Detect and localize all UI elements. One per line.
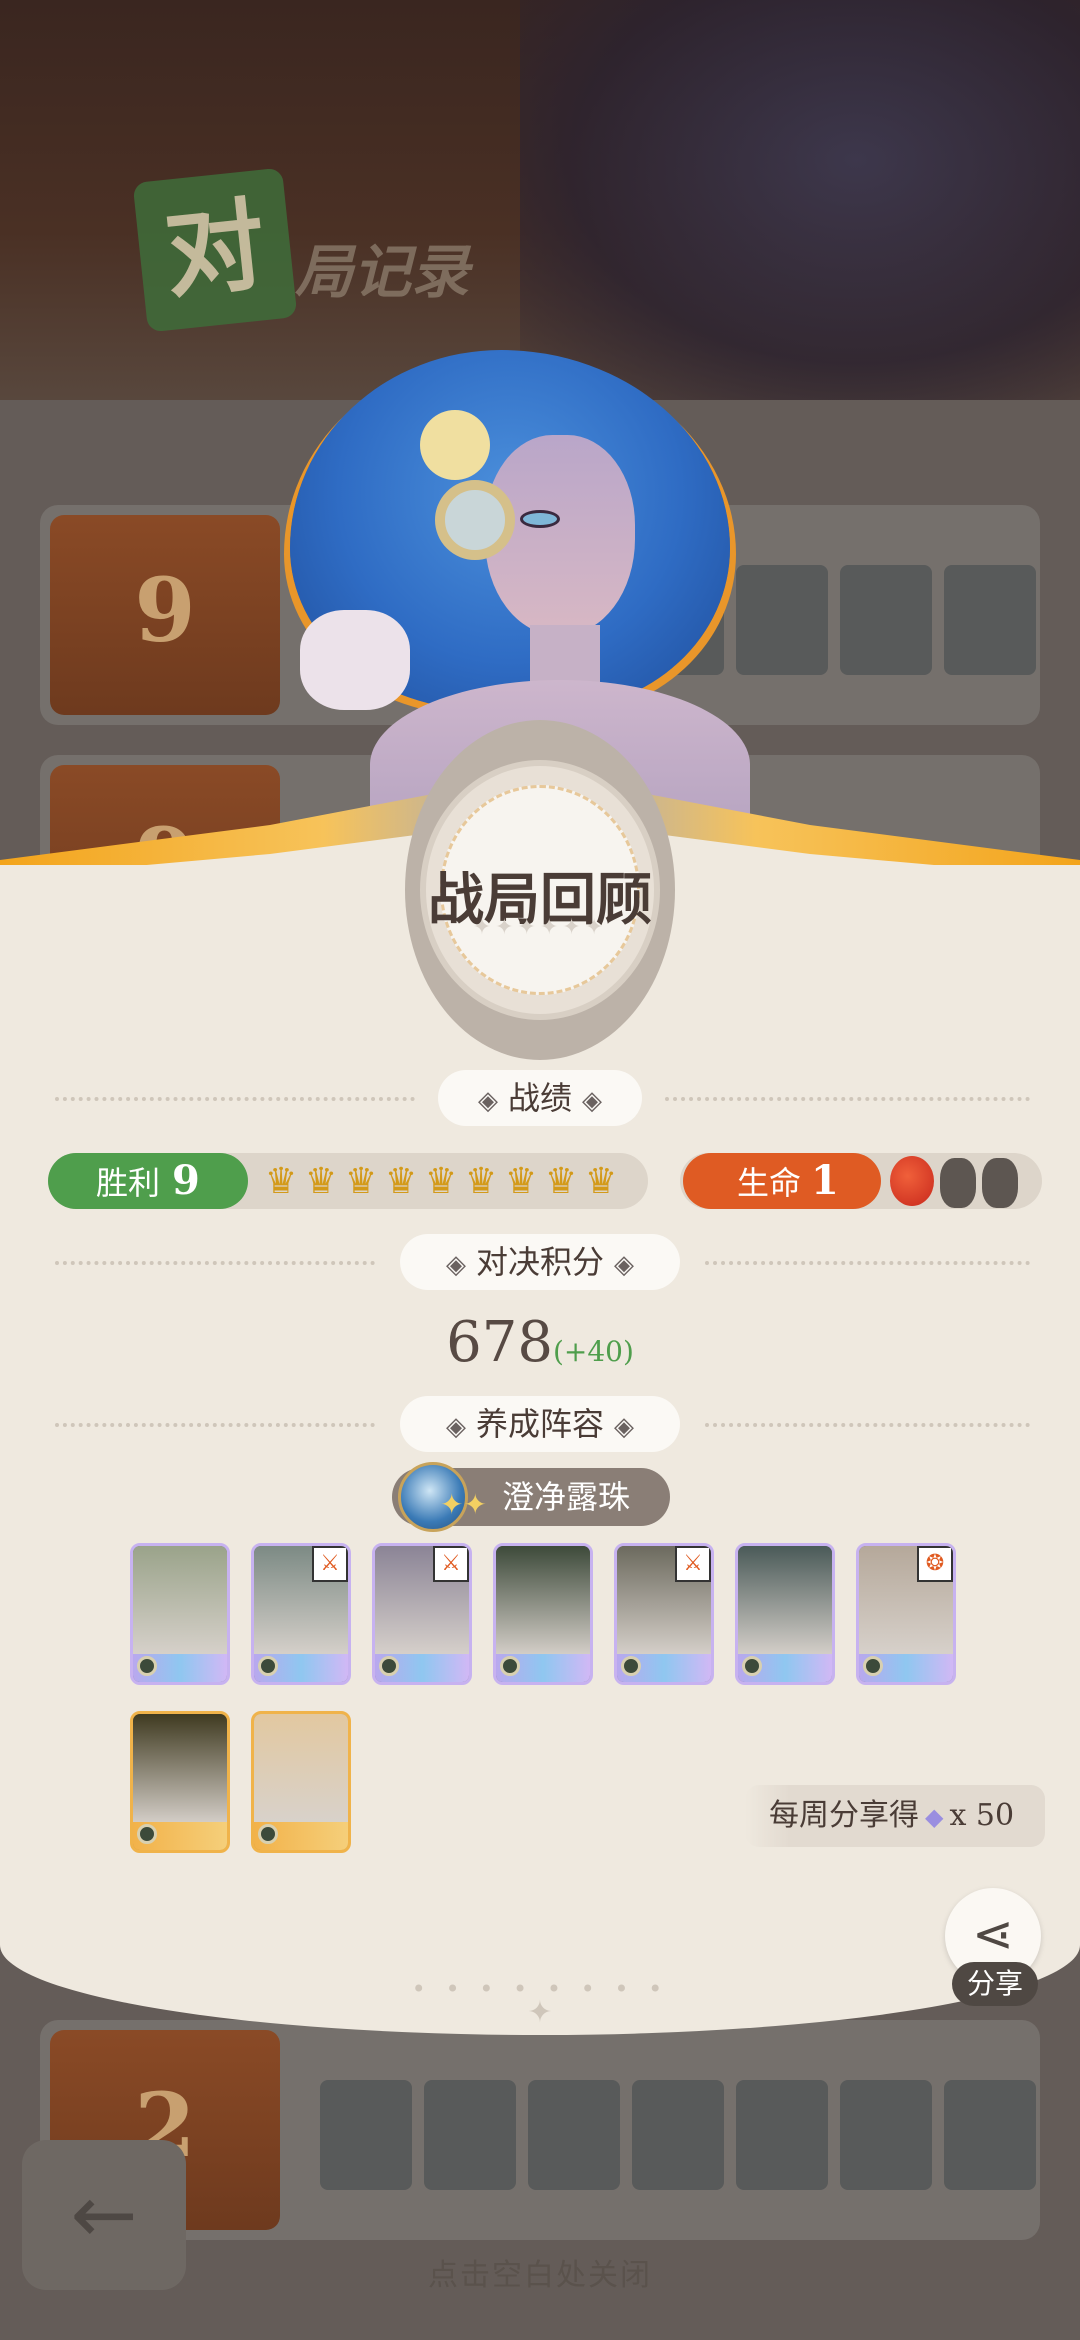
record-rank: 9 [50, 515, 280, 715]
hero-star-ring-icon [379, 1656, 399, 1676]
hero-equipment-icon: ⚔ [312, 1546, 348, 1582]
score-delta: (+40) [552, 1335, 634, 1368]
win-chip: 胜利 9 [48, 1153, 248, 1209]
section-score: ◈ 对决积分 ◈ [0, 1234, 1080, 1290]
share-icon: ⋖ [972, 1905, 1014, 1963]
apple-row [890, 1156, 1018, 1208]
section-score-title: ◈ 对决积分 ◈ [400, 1234, 680, 1290]
hero-star-ring-icon [621, 1656, 641, 1676]
diamond-gem-icon: ◆ [925, 1803, 944, 1831]
close-hint: 点击空白处关闭 [428, 2258, 652, 2293]
hero-equipment-icon: ⚔ [675, 1546, 711, 1582]
trophy-icon: ♛ [264, 1161, 298, 1202]
character-eye [520, 510, 560, 528]
hero-star-ring-icon [863, 1656, 883, 1676]
hero-portrait [738, 1546, 832, 1658]
trophy-row: ♛ ♛ ♛ ♛ ♛ ♛ ♛ ♛ ♛ [262, 1158, 620, 1206]
trophy-icon: ♛ [464, 1161, 498, 1202]
dotted-divider [55, 1423, 375, 1427]
apple-core-icon [982, 1158, 1018, 1208]
hero-star-ring-icon [137, 1656, 157, 1676]
life-chip: 生命 1 [683, 1153, 881, 1209]
hero-card[interactable] [493, 1543, 593, 1685]
hero-card[interactable]: ⚔ [614, 1543, 714, 1685]
hero-equipment-icon: ⚔ [433, 1546, 469, 1582]
diamond-icon: ◈ [614, 1412, 634, 1442]
hero-card[interactable] [130, 1543, 230, 1685]
hero-star-ring-icon [258, 1824, 278, 1844]
hero-portrait [133, 1546, 227, 1658]
record-thumbs [320, 2080, 1036, 2190]
hero-portrait [133, 1714, 227, 1826]
trophy-icon: ♛ [304, 1161, 338, 1202]
diamond-icon: ◈ [445, 1412, 466, 1442]
hero-card[interactable]: ❂ [856, 1543, 956, 1685]
battle-record-logo: 对 [132, 167, 298, 333]
trophy-icon: ♛ [544, 1161, 578, 1202]
hero-star-ring-icon [137, 1824, 157, 1844]
trophy-icon: ♛ [344, 1161, 378, 1202]
sparkle-icon: ✦✦ [440, 1488, 487, 1521]
hero-card[interactable] [251, 1711, 351, 1853]
dotted-divider [665, 1097, 1030, 1101]
section-lineup-title: ◈ 养成阵容 ◈ [400, 1396, 680, 1452]
dotted-divider [55, 1097, 415, 1101]
trophy-icon: ♛ [584, 1161, 618, 1202]
trophy-icon: ♛ [504, 1161, 538, 1202]
character-fist [300, 610, 410, 710]
character-hair-flower [420, 410, 490, 480]
dotted-divider [705, 1261, 1030, 1265]
hero-star-ring-icon [500, 1656, 520, 1676]
duel-score: 678(+40) [0, 1310, 1080, 1375]
hero-card[interactable]: ⚔ [372, 1543, 472, 1685]
dotted-divider [705, 1423, 1030, 1427]
apple-icon [890, 1156, 934, 1206]
hero-portrait [496, 1546, 590, 1658]
score-value: 678 [446, 1310, 553, 1375]
diamond-icon: ◈ [614, 1250, 634, 1280]
hero-card[interactable] [735, 1543, 835, 1685]
sparkle-divider-icon: ✦✦✦✦✦✦ [472, 915, 608, 940]
section-record: ◈ 战绩 ◈ [0, 1070, 1080, 1126]
hero-card[interactable] [130, 1711, 230, 1853]
section-lineup: ◈ 养成阵容 ◈ [0, 1396, 1080, 1452]
trophy-icon: ♛ [424, 1161, 458, 1202]
hero-card[interactable]: ⚔ [251, 1543, 351, 1685]
record-row[interactable]: 2 [40, 2020, 1040, 2240]
weekly-share-reward: 每周分享得 ◆ x 50 [745, 1785, 1045, 1847]
diamond-icon: ◈ [582, 1086, 602, 1116]
character-monocle [435, 480, 515, 560]
battle-record-logo-text: 局记录 [295, 238, 470, 306]
dotted-divider [55, 1261, 375, 1265]
hero-equipment-icon: ❂ [917, 1546, 953, 1582]
hero-portrait [254, 1714, 348, 1826]
trophy-icon: ♛ [384, 1161, 418, 1202]
diamond-icon: ◈ [445, 1250, 466, 1280]
diamond-icon: ◈ [477, 1086, 498, 1116]
hero-star-ring-icon [258, 1656, 278, 1676]
apple-core-icon [940, 1158, 976, 1208]
card-bottom-star-icon: ✦ [527, 1995, 553, 2030]
hero-star-ring-icon [742, 1656, 762, 1676]
section-record-title: ◈ 战绩 ◈ [438, 1070, 642, 1126]
